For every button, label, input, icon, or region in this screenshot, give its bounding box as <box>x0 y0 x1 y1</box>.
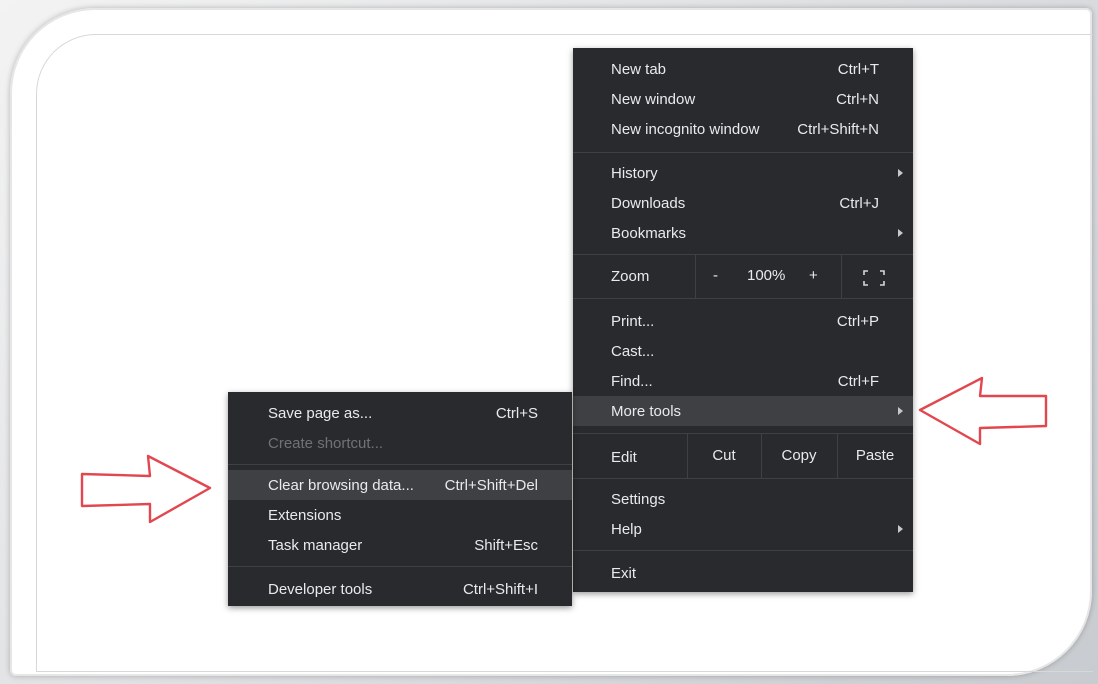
menu-item-shortcut: Ctrl+N <box>836 90 879 108</box>
menu-item-label: Downloads <box>611 194 686 212</box>
submenu-item-save-page[interactable]: Save page as... Ctrl+S <box>228 398 572 428</box>
fullscreen-icon[interactable] <box>863 270 885 286</box>
submenu-arrow-icon <box>898 525 903 533</box>
menu-item-new-window[interactable]: New window Ctrl+N <box>573 84 913 114</box>
menu-item-label: History <box>611 164 658 182</box>
menu-item-shortcut: Ctrl+Shift+N <box>797 120 879 138</box>
menu-item-help[interactable]: Help <box>573 514 913 544</box>
submenu-arrow-icon <box>898 169 903 177</box>
edit-row: Edit Cut Copy Paste <box>573 434 913 478</box>
zoom-in-button[interactable]: + <box>809 267 818 284</box>
submenu-item-extensions[interactable]: Extensions <box>228 500 572 530</box>
menu-item-settings[interactable]: Settings <box>573 484 913 514</box>
copy-button[interactable]: Copy <box>779 447 819 464</box>
paste-button[interactable]: Paste <box>853 447 897 464</box>
edit-label: Edit <box>611 449 637 466</box>
menu-item-shortcut: Ctrl+S <box>495 404 538 422</box>
edit-divider <box>837 434 838 478</box>
menu-item-shortcut: Ctrl+J <box>839 194 879 212</box>
menu-item-shortcut: Ctrl+F <box>837 372 879 390</box>
menu-item-exit[interactable]: Exit <box>573 558 913 588</box>
menu-divider <box>573 550 913 551</box>
menu-item-label: New incognito window <box>611 120 760 138</box>
submenu-item-create-shortcut: Create shortcut... <box>228 428 572 458</box>
menu-item-more-tools[interactable]: More tools <box>573 396 913 426</box>
menu-item-cast[interactable]: Cast... <box>573 336 913 366</box>
menu-item-shortcut: Shift+Esc <box>474 536 538 554</box>
menu-item-shortcut: Ctrl+Shift+Del <box>444 476 538 494</box>
menu-divider <box>228 464 572 465</box>
menu-item-label: New window <box>611 90 696 108</box>
menu-divider <box>573 152 913 153</box>
menu-item-shortcut: Ctrl+T <box>837 60 879 78</box>
cut-button[interactable]: Cut <box>709 447 739 464</box>
menu-item-shortcut: Ctrl+Shift+I <box>462 580 538 598</box>
menu-item-label: Bookmarks <box>611 224 687 242</box>
zoom-level: 100% <box>747 267 786 284</box>
zoom-row: Zoom - 100% + <box>573 254 913 298</box>
submenu-item-developer-tools[interactable]: Developer tools Ctrl+Shift+I <box>228 574 572 604</box>
menu-item-bookmarks[interactable]: Bookmarks <box>573 218 913 248</box>
menu-item-label: Help <box>611 520 642 538</box>
menu-item-label: Find... <box>611 372 653 390</box>
chrome-main-menu: New tab Ctrl+T New window Ctrl+N New inc… <box>573 48 913 592</box>
menu-item-label: Clear browsing data... <box>268 476 414 494</box>
menu-item-label: Developer tools <box>268 580 373 598</box>
menu-item-history[interactable]: History <box>573 158 913 188</box>
menu-item-label: More tools <box>611 402 682 420</box>
menu-item-label: Exit <box>611 564 637 582</box>
menu-item-downloads[interactable]: Downloads Ctrl+J <box>573 188 913 218</box>
menu-item-find[interactable]: Find... Ctrl+F <box>573 366 913 396</box>
menu-divider <box>228 566 572 567</box>
menu-divider <box>573 298 913 299</box>
menu-divider <box>573 478 913 479</box>
menu-item-label: Cast... <box>611 342 655 360</box>
menu-item-new-tab[interactable]: New tab Ctrl+T <box>573 54 913 84</box>
zoom-divider <box>841 254 842 298</box>
menu-item-new-incognito[interactable]: New incognito window Ctrl+Shift+N <box>573 114 913 144</box>
zoom-divider <box>695 254 696 298</box>
menu-item-label: Settings <box>611 490 666 508</box>
menu-item-label: Save page as... <box>268 404 373 422</box>
submenu-item-task-manager[interactable]: Task manager Shift+Esc <box>228 530 572 560</box>
submenu-arrow-icon <box>898 407 903 415</box>
zoom-label: Zoom <box>611 268 650 285</box>
arrow-icon <box>918 376 1048 446</box>
menu-item-label: Extensions <box>268 506 342 524</box>
menu-item-print[interactable]: Print... Ctrl+P <box>573 306 913 336</box>
submenu-arrow-icon <box>898 229 903 237</box>
submenu-item-clear-browsing-data[interactable]: Clear browsing data... Ctrl+Shift+Del <box>228 470 572 500</box>
menu-item-label: Task manager <box>268 536 363 554</box>
edit-divider <box>687 434 688 478</box>
arrow-icon <box>80 454 212 524</box>
more-tools-submenu: Save page as... Ctrl+S Create shortcut..… <box>228 392 572 606</box>
edit-divider <box>761 434 762 478</box>
zoom-out-button[interactable]: - <box>713 267 718 284</box>
menu-item-label: New tab <box>611 60 667 78</box>
menu-item-label: Print... <box>611 312 655 330</box>
menu-item-label: Create shortcut... <box>268 434 384 452</box>
menu-item-shortcut: Ctrl+P <box>836 312 879 330</box>
